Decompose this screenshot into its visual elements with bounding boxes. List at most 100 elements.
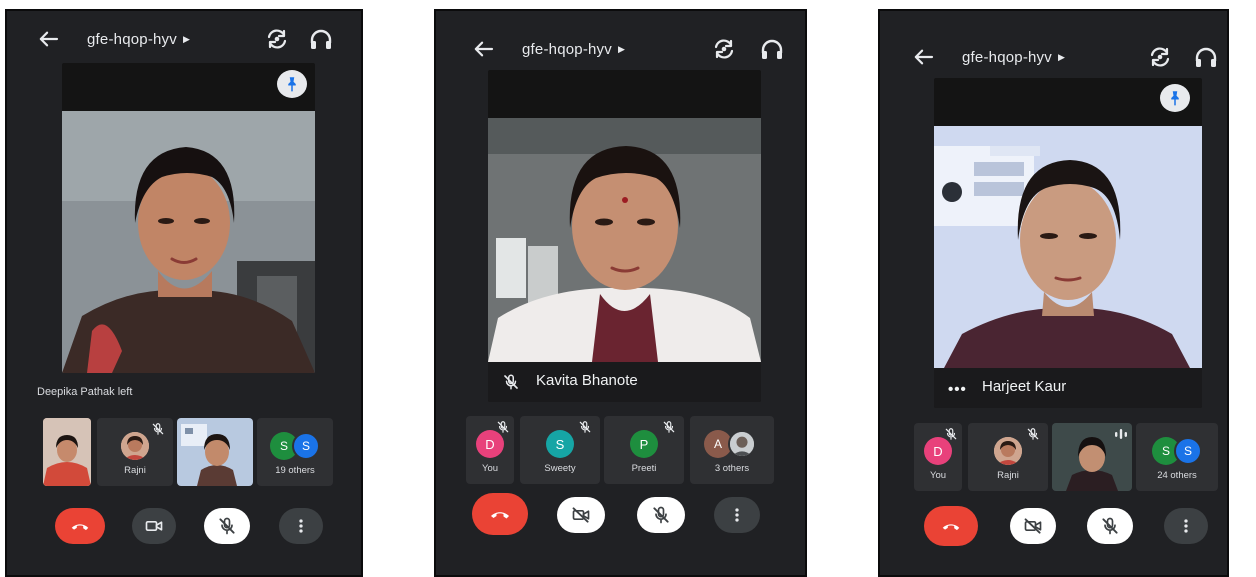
headphones-icon[interactable] bbox=[760, 38, 784, 60]
hangup-button[interactable] bbox=[924, 506, 978, 546]
participant-tile-video[interactable] bbox=[43, 418, 91, 486]
more-options-button[interactable] bbox=[714, 497, 760, 533]
participant-tile-self[interactable]: D You bbox=[914, 423, 962, 491]
main-video-tile[interactable]: ••• Harjeet Kaur bbox=[934, 78, 1202, 408]
avatar-photo bbox=[728, 430, 756, 458]
pin-badge[interactable] bbox=[277, 70, 307, 98]
mic-off-icon bbox=[662, 420, 676, 434]
avatar: S bbox=[292, 432, 320, 460]
meet-screen-1: gfe-hqop-hyv ▶ Deepika Pathak left Rajni… bbox=[5, 9, 363, 577]
meet-screen-2: gfe-hqop-hyv ▶ Kavita Bhanote D You S Sw… bbox=[434, 9, 807, 577]
more-options-button[interactable] bbox=[279, 508, 323, 544]
mic-off-icon bbox=[502, 372, 520, 392]
status-message: Deepika Pathak left bbox=[37, 386, 133, 398]
mic-button[interactable] bbox=[204, 508, 250, 544]
meeting-code[interactable]: gfe-hqop-hyv ▶ bbox=[522, 41, 625, 58]
participant-video bbox=[177, 418, 253, 486]
others-count: 3 others bbox=[714, 463, 750, 474]
mic-off-icon bbox=[217, 516, 237, 536]
top-bar: gfe-hqop-hyv ▶ bbox=[436, 31, 805, 67]
mic-off-icon bbox=[151, 422, 165, 436]
main-video-tile[interactable]: Kavita Bhanote bbox=[488, 70, 761, 402]
participant-name: Rajni bbox=[997, 470, 1019, 481]
chevron-right-icon: ▶ bbox=[1057, 52, 1066, 62]
camera-icon bbox=[144, 516, 164, 536]
more-vertical-icon bbox=[1176, 516, 1196, 536]
speaker-name: Kavita Bhanote bbox=[536, 372, 638, 389]
back-arrow-icon[interactable] bbox=[472, 40, 494, 58]
participant-tile-others[interactable]: A 3 others bbox=[690, 416, 774, 484]
mic-off-icon bbox=[1026, 427, 1040, 441]
speaker-name-bar: ••• Harjeet Kaur bbox=[934, 368, 1202, 408]
mic-off-icon bbox=[496, 420, 510, 434]
switch-camera-icon[interactable] bbox=[265, 28, 289, 50]
hangup-icon bbox=[940, 515, 962, 537]
hangup-icon bbox=[488, 502, 512, 526]
pin-icon bbox=[1166, 89, 1184, 107]
meeting-code[interactable]: gfe-hqop-hyv ▶ bbox=[962, 49, 1065, 66]
more-vertical-icon bbox=[291, 516, 311, 536]
back-arrow-icon[interactable] bbox=[37, 30, 59, 48]
participant-video bbox=[43, 418, 91, 486]
avatar bbox=[121, 432, 149, 460]
camera-button[interactable] bbox=[1010, 508, 1056, 544]
participant-name: Preeti bbox=[631, 463, 657, 474]
more-dots-icon[interactable]: ••• bbox=[948, 381, 967, 398]
headphones-icon[interactable] bbox=[1194, 46, 1218, 68]
speaker-name-bar: Kavita Bhanote bbox=[488, 362, 761, 402]
pin-badge[interactable] bbox=[1160, 84, 1190, 112]
top-bar: gfe-hqop-hyv ▶ bbox=[880, 39, 1227, 75]
participant-tile[interactable]: S Sweety bbox=[520, 416, 600, 484]
mic-button[interactable] bbox=[1087, 508, 1133, 544]
top-bar: gfe-hqop-hyv ▶ bbox=[7, 21, 361, 57]
back-arrow-icon[interactable] bbox=[912, 48, 934, 66]
avatar: P bbox=[630, 430, 658, 458]
chevron-right-icon: ▶ bbox=[617, 44, 626, 54]
hangup-button[interactable] bbox=[55, 508, 105, 544]
mic-off-icon bbox=[578, 420, 592, 434]
participant-name: You bbox=[929, 470, 947, 481]
participant-tile-video[interactable] bbox=[177, 418, 253, 486]
avatar bbox=[994, 437, 1022, 465]
speaker-video bbox=[488, 118, 761, 362]
mic-off-icon bbox=[1100, 516, 1120, 536]
mic-off-icon bbox=[651, 505, 671, 525]
participant-name: Rajni bbox=[124, 465, 146, 476]
participant-tile-others[interactable]: S S 24 others bbox=[1136, 423, 1218, 491]
switch-camera-icon[interactable] bbox=[712, 38, 736, 60]
camera-off-icon bbox=[571, 505, 591, 525]
participant-tile-video[interactable] bbox=[1052, 423, 1132, 491]
participant-name: Sweety bbox=[544, 463, 576, 474]
meet-screen-3: gfe-hqop-hyv ▶ ••• Harjeet Kaur D You Ra… bbox=[878, 9, 1229, 577]
switch-camera-icon[interactable] bbox=[1148, 46, 1172, 68]
avatar: D bbox=[924, 437, 952, 465]
mic-off-icon bbox=[944, 427, 958, 441]
speaker-video bbox=[934, 126, 1202, 368]
hangup-icon bbox=[69, 515, 91, 537]
participant-tile[interactable]: Rajni bbox=[97, 418, 173, 486]
others-count: 24 others bbox=[1157, 470, 1197, 481]
camera-button[interactable] bbox=[132, 508, 176, 544]
avatar: S bbox=[1174, 437, 1202, 465]
speaking-indicator-icon bbox=[1114, 429, 1128, 439]
headphones-icon[interactable] bbox=[309, 28, 333, 50]
more-vertical-icon bbox=[727, 505, 747, 525]
main-video-tile[interactable] bbox=[62, 63, 315, 373]
participant-tile[interactable]: Rajni bbox=[968, 423, 1048, 491]
more-options-button[interactable] bbox=[1164, 508, 1208, 544]
chevron-right-icon: ▶ bbox=[182, 34, 191, 44]
camera-off-icon bbox=[1023, 516, 1043, 536]
participant-tile-others[interactable]: S S 19 others bbox=[257, 418, 333, 486]
others-count: 19 others bbox=[275, 465, 315, 476]
participant-tile[interactable]: P Preeti bbox=[604, 416, 684, 484]
hangup-button[interactable] bbox=[472, 493, 528, 535]
camera-button[interactable] bbox=[557, 497, 605, 533]
participant-name: You bbox=[481, 463, 499, 474]
participant-tile-self[interactable]: D You bbox=[466, 416, 514, 484]
mic-button[interactable] bbox=[637, 497, 685, 533]
avatar: D bbox=[476, 430, 504, 458]
avatar: S bbox=[546, 430, 574, 458]
meeting-code[interactable]: gfe-hqop-hyv ▶ bbox=[87, 31, 190, 48]
pin-icon bbox=[283, 75, 301, 93]
speaker-name: Harjeet Kaur bbox=[982, 378, 1067, 395]
